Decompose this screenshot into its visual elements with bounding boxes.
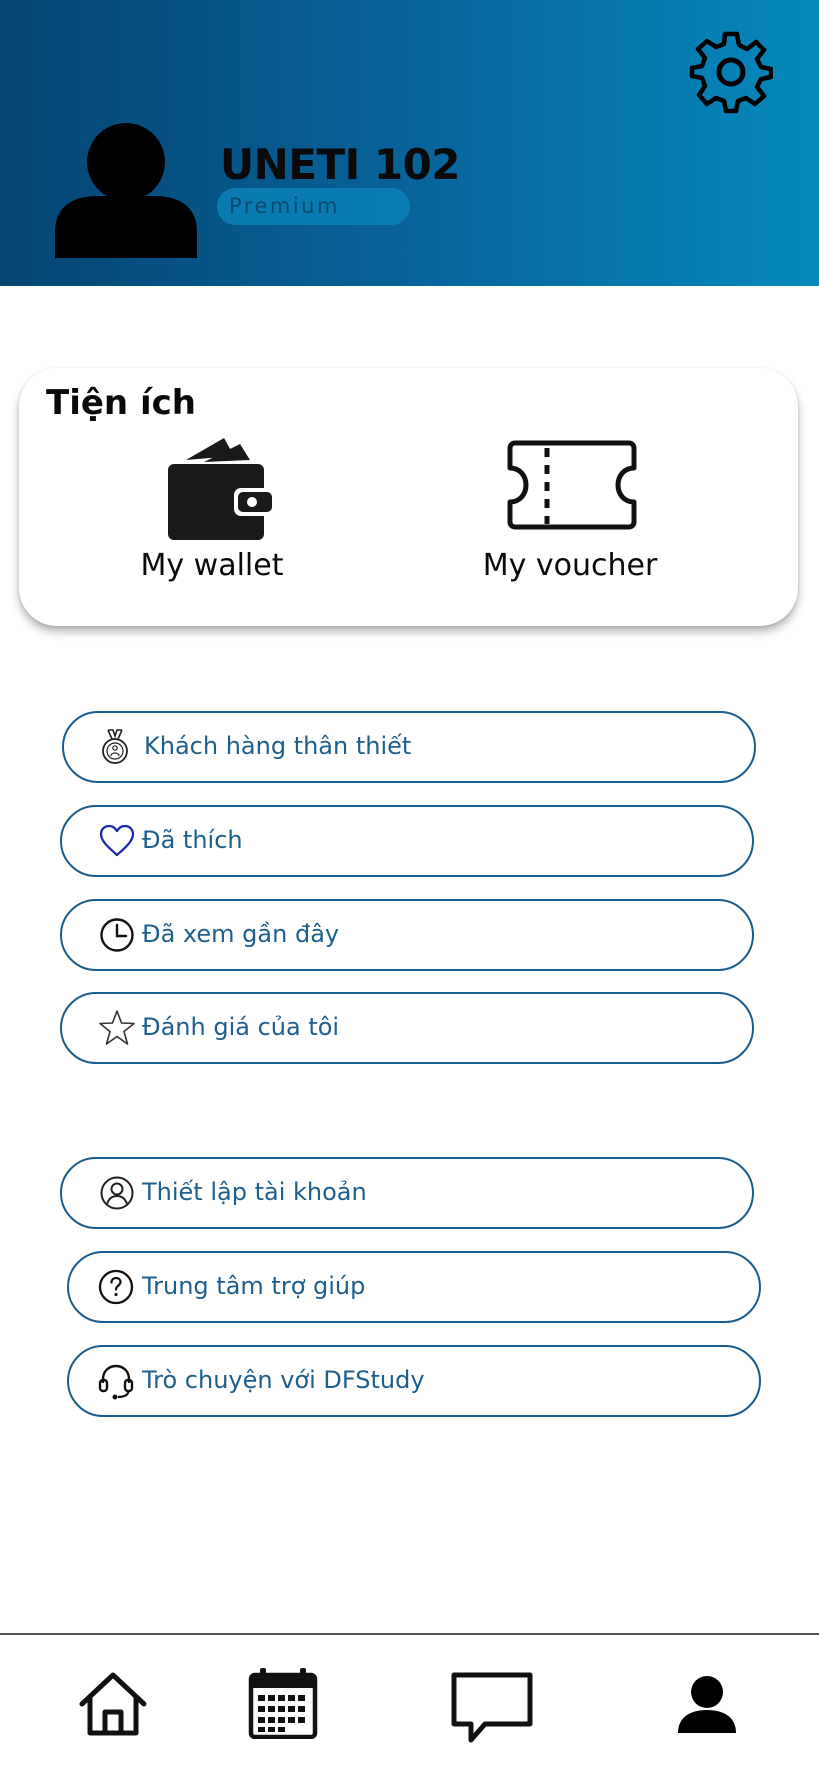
my-wallet-button[interactable]: My wallet [110, 425, 315, 590]
recently-viewed-button[interactable]: Đã xem gần đây [60, 899, 754, 971]
my-wallet-label: My wallet [140, 548, 284, 583]
heart-icon [99, 824, 135, 857]
bottom-nav-divider [0, 1633, 819, 1635]
help-center-button[interactable]: Trung tâm trợ giúp [67, 1251, 761, 1323]
loyal-customer-label: Khách hàng thân thiết [144, 732, 412, 760]
ticket-icon [507, 440, 637, 530]
wallet-icon [168, 438, 276, 540]
user-circle-icon [100, 1176, 134, 1210]
liked-label: Đã thích [142, 826, 243, 854]
premium-badge: Premium [217, 188, 410, 225]
account-settings-label: Thiết lập tài khoản [142, 1178, 367, 1206]
liked-button[interactable]: Đã thích [60, 805, 754, 877]
my-reviews-label: Đánh giá của tôi [142, 1013, 340, 1041]
chat-dfstudy-button[interactable]: Trò chuyện với DFStudy [67, 1345, 761, 1417]
profile-header: UNETI 102 Premium [0, 0, 819, 286]
chat-icon [451, 1672, 533, 1743]
nav-chat-button[interactable] [451, 1672, 533, 1744]
my-reviews-button[interactable]: Đánh giá của tôi [60, 992, 754, 1064]
home-icon [79, 1672, 147, 1736]
avatar [55, 123, 197, 258]
username: UNETI 102 [220, 140, 461, 189]
recently-viewed-label: Đã xem gần đây [142, 920, 340, 948]
profile-icon [678, 1676, 736, 1733]
nav-home-button[interactable] [78, 1670, 148, 1738]
headset-icon [98, 1364, 134, 1400]
help-icon [98, 1269, 134, 1305]
nav-profile-button[interactable] [677, 1675, 737, 1735]
calendar-icon [248, 1668, 318, 1740]
my-voucher-button[interactable]: My voucher [470, 425, 670, 590]
star-icon [99, 1010, 135, 1045]
gear-icon[interactable] [689, 30, 773, 114]
account-settings-button[interactable]: Thiết lập tài khoản [60, 1157, 754, 1229]
loyal-customer-button[interactable]: Khách hàng thân thiết [62, 711, 756, 783]
clock-icon [100, 918, 134, 952]
nav-calendar-button[interactable] [248, 1667, 318, 1740]
chat-dfstudy-label: Trò chuyện với DFStudy [142, 1366, 425, 1394]
help-center-label: Trung tâm trợ giúp [142, 1272, 366, 1300]
my-voucher-label: My voucher [482, 548, 658, 583]
utilities-title: Tiện ích [46, 383, 196, 423]
medal-icon [102, 729, 128, 764]
